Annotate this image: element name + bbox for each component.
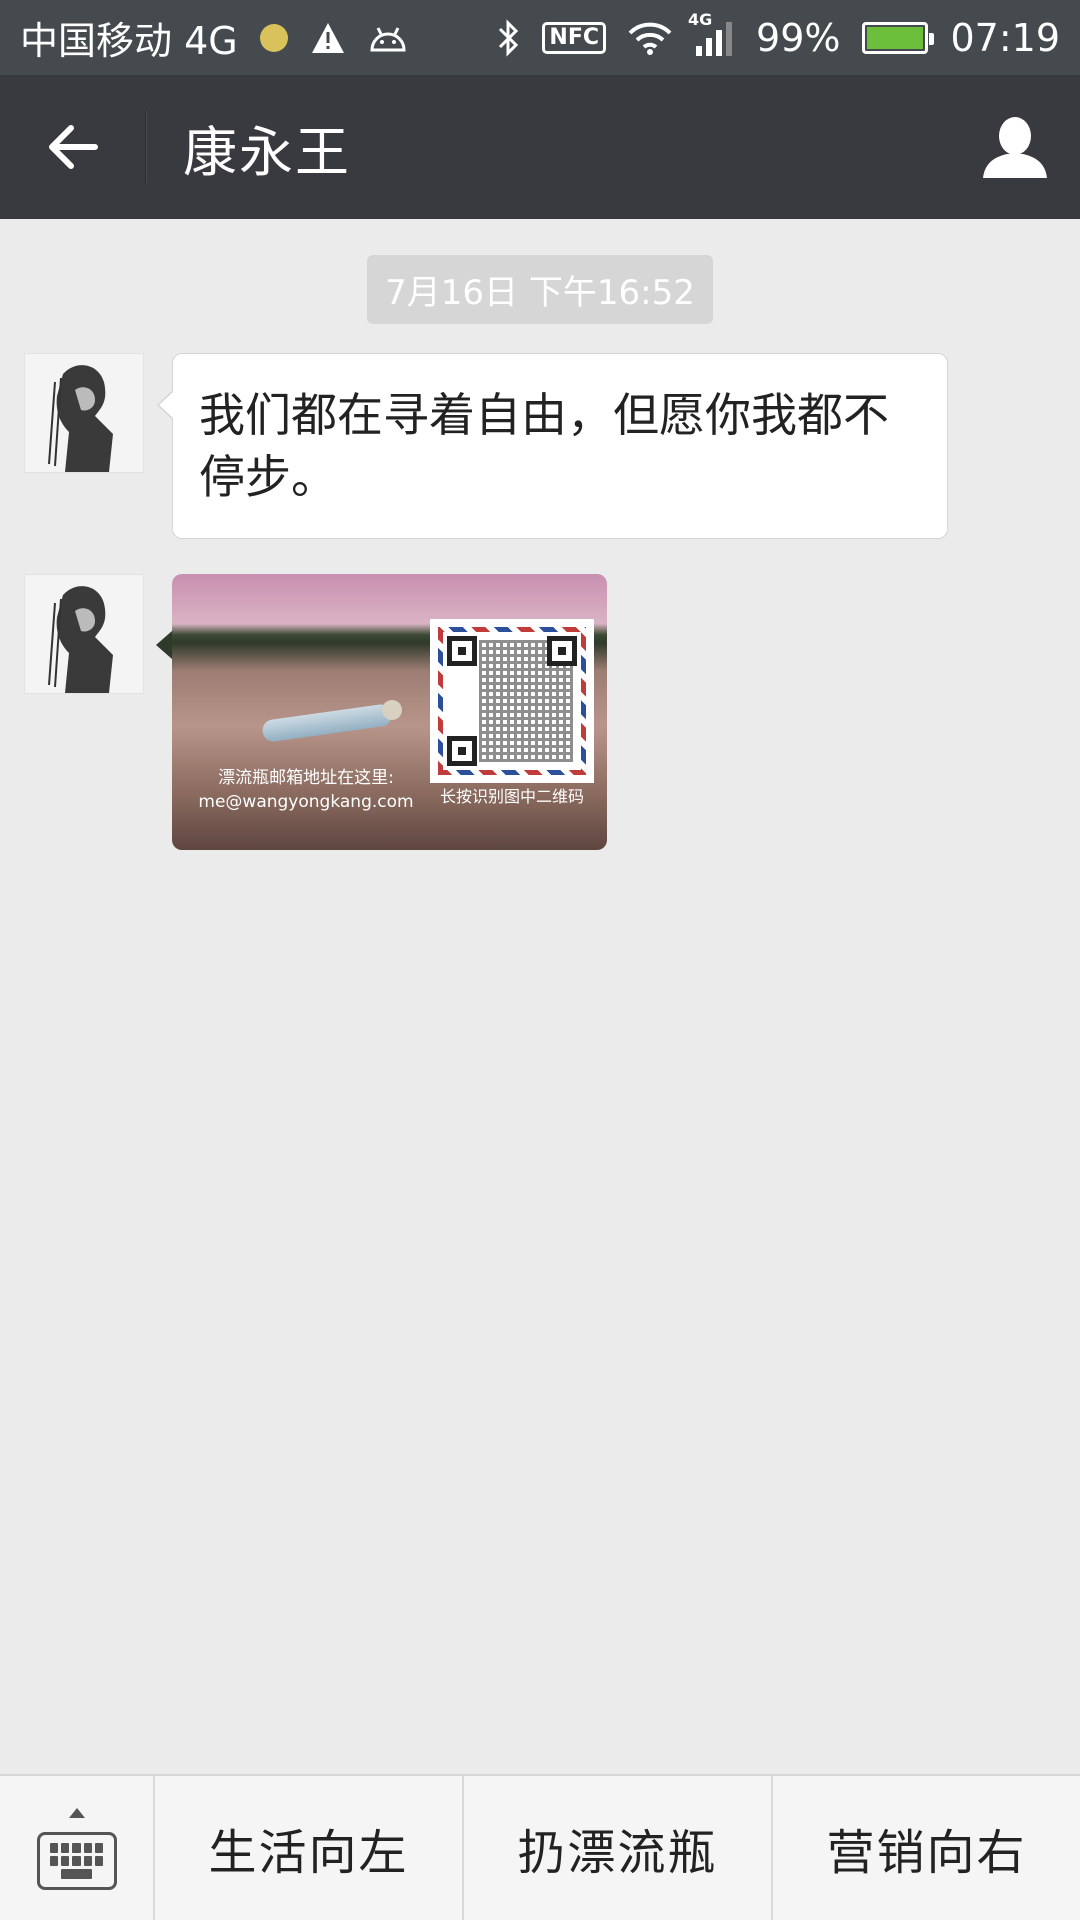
header-divider: [145, 111, 147, 183]
profile-button[interactable]: [950, 75, 1080, 219]
bottom-menu-bar: 生活向左 扔漂流瓶 营销向右: [0, 1774, 1080, 1920]
battery-icon: [862, 21, 935, 54]
message-row: 我们都在寻着自由，但愿你我都不停步。: [24, 353, 948, 539]
signal-icon: 4G: [688, 10, 734, 56]
qr-code[interactable]: [430, 619, 594, 783]
timestamp-badge: 7月16日 下午16:52: [367, 255, 713, 324]
keyboard-icon: [36, 1832, 117, 1890]
carrier-label: 中国移动 4G: [20, 19, 238, 63]
chat-area[interactable]: 7月16日 下午16:52 我们都在寻着自由，但愿你我都不停步。 漂流瓶邮箱地址…: [0, 219, 1080, 1774]
qr-caption: 长按识别图中二维码: [439, 787, 584, 806]
back-arrow-icon: [48, 125, 98, 169]
menu-item-throw-bottle[interactable]: 扔漂流瓶: [464, 1776, 773, 1920]
chat-header: 康永王: [0, 75, 1080, 219]
chat-title: 康永王: [183, 120, 351, 184]
text-message-bubble[interactable]: 我们都在寻着自由，但愿你我都不停步。: [157, 353, 948, 539]
battery-percent: 99%: [756, 15, 841, 60]
image-caption-line2: me@wangyongkang.com: [198, 792, 414, 812]
network-type-badge: 4G: [688, 9, 713, 29]
message-row: 漂流瓶邮箱地址在这里: me@wangyongkang.com 长按识别图中二维…: [24, 574, 607, 850]
image-message[interactable]: 漂流瓶邮箱地址在这里: me@wangyongkang.com 长按识别图中二维…: [172, 574, 607, 850]
image-caption-left: 漂流瓶邮箱地址在这里: me@wangyongkang.com: [186, 766, 426, 814]
status-bar: 中国移动 4G NFC 4G 99% 07:19: [0, 0, 1080, 75]
menu-item-marketing-right[interactable]: 营销向右: [773, 1776, 1080, 1920]
bluetooth-icon: [496, 18, 520, 57]
android-icon: [368, 24, 408, 52]
image-bubble-tail: [156, 631, 172, 659]
clock: 07:19: [950, 15, 1060, 60]
menu-up-arrow-icon: [68, 1808, 85, 1818]
bottle-image: [261, 703, 393, 743]
wifi-icon: [628, 21, 672, 55]
back-button[interactable]: [0, 75, 145, 219]
nfc-icon: NFC: [542, 21, 607, 54]
person-icon: [983, 117, 1047, 178]
avatar[interactable]: [24, 574, 144, 694]
menu-item-life-left[interactable]: 生活向左: [155, 1776, 464, 1920]
image-caption-line1: 漂流瓶邮箱地址在这里:: [218, 768, 394, 788]
notification-dot-icon: [259, 23, 288, 52]
warning-icon: [310, 21, 346, 55]
keyboard-toggle-button[interactable]: [0, 1776, 155, 1920]
bottle-cap: [382, 700, 402, 720]
avatar[interactable]: [24, 353, 144, 473]
